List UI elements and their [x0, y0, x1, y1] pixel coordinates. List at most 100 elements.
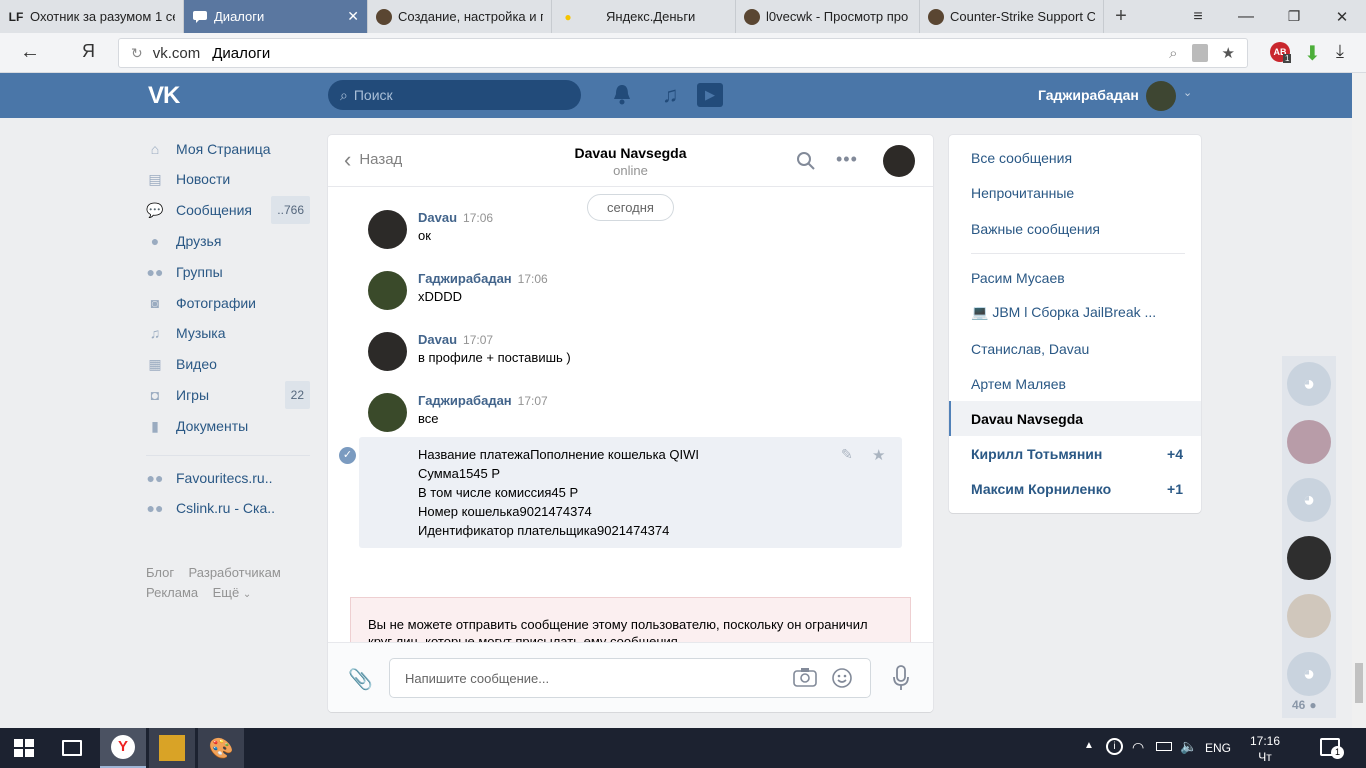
page-scrollbar[interactable] [1352, 73, 1366, 728]
avatar[interactable] [368, 393, 407, 432]
music-play-icon[interactable]: ▶ [697, 83, 723, 107]
nav-item-my-page[interactable]: ⌂ Моя Страница [146, 135, 316, 163]
friend-avatar[interactable] [1287, 594, 1331, 638]
message-row[interactable]: Davau 17:06 ок [368, 210, 888, 260]
dialog-link[interactable]: 💻 JBM l Сборка JailBreak ... [949, 295, 1201, 330]
footer-link-more[interactable]: Ещё [213, 585, 240, 600]
friends-count[interactable]: 46 ● [1292, 698, 1317, 712]
windows-start-icon[interactable] [14, 739, 34, 757]
nav-group-link[interactable]: ●● Cslink.ru - Ска.. [146, 494, 316, 522]
nav-group-link[interactable]: ●● Favouritecs.ru.. [146, 464, 316, 492]
important-star-icon[interactable]: ★ [872, 446, 885, 464]
dialog-link[interactable]: Артем Маляев [949, 366, 1201, 401]
selected-message[interactable]: ✓ ✎ ★ Название платежаПополнение кошельк… [339, 437, 902, 548]
tray-info-icon[interactable]: i [1106, 738, 1123, 755]
camera-icon[interactable] [793, 667, 817, 687]
tray-battery-icon[interactable] [1156, 742, 1172, 751]
avatar[interactable] [368, 210, 407, 249]
microphone-icon[interactable] [892, 665, 910, 691]
nav-item-messages[interactable]: 💬 Сообщения ..766 [146, 196, 310, 224]
attach-clip-icon[interactable]: 📎 [348, 667, 373, 692]
friend-avatar-placeholder-icon[interactable]: ◕ [1287, 652, 1331, 696]
back-arrow-icon[interactable]: ← [20, 41, 40, 64]
tray-volume-icon[interactable]: 🔈 [1180, 738, 1197, 755]
message-author[interactable]: Davau [418, 332, 457, 347]
taskbar-counter-strike[interactable] [149, 728, 195, 768]
tray-language[interactable]: ENG [1205, 741, 1231, 755]
taskbar-paint[interactable]: 🎨 [198, 728, 244, 768]
reload-icon[interactable]: ↻ [131, 45, 143, 62]
nav-item-news[interactable]: ▤ Новости [146, 165, 316, 193]
filter-all-messages[interactable]: Все сообщения [949, 140, 1201, 175]
chat-search-icon[interactable] [796, 151, 816, 171]
notifications-bell-icon[interactable] [612, 83, 632, 105]
nav-item-friends[interactable]: ● Друзья [146, 227, 316, 255]
browser-tab[interactable]: LF Охотник за разумом 1 се [0, 0, 184, 33]
user-avatar[interactable] [1146, 81, 1176, 111]
vk-logo[interactable]: VK [148, 82, 180, 110]
message-author[interactable]: Гаджирабадан [418, 393, 512, 408]
tray-chevron-up-icon[interactable]: ▲ [1084, 740, 1094, 751]
bookmark-star-icon[interactable]: ★ [1222, 44, 1235, 62]
filter-important[interactable]: Важные сообщения [949, 211, 1201, 246]
lock-icon[interactable] [1191, 44, 1208, 62]
friend-avatar[interactable] [1287, 536, 1331, 580]
friend-avatar-placeholder-icon[interactable]: ◕ [1287, 362, 1331, 406]
dialog-link[interactable]: Расим Мусаев [949, 260, 1201, 295]
nav-item-groups[interactable]: ●● Группы [146, 258, 316, 286]
nav-item-documents[interactable]: ▮ Документы [146, 412, 316, 440]
browser-tab[interactable]: l0vecwk - Просмотр про [736, 0, 920, 33]
message-row[interactable]: Гаджирабадан 17:06 xDDDD [368, 271, 888, 321]
chevron-down-icon[interactable]: ⌄ [243, 589, 251, 600]
nav-item-games[interactable]: ◘ Игры 22 [146, 381, 310, 409]
browser-menu-icon[interactable]: ≡ [1174, 0, 1222, 33]
tray-wifi-icon[interactable]: ◠ [1132, 739, 1144, 756]
friend-avatar-placeholder-icon[interactable]: ◕ [1287, 478, 1331, 522]
tab-close-icon[interactable]: ✕ [347, 8, 359, 25]
avatar[interactable] [368, 332, 407, 371]
address-field[interactable]: ↻ vk.com Диалоги ⌕ ★ [118, 38, 1248, 68]
avatar[interactable] [368, 271, 407, 310]
nav-item-photos[interactable]: ◙ Фотографии [146, 289, 316, 317]
close-window-button[interactable]: ✕ [1318, 0, 1366, 33]
new-tab-button[interactable]: + [1104, 0, 1138, 33]
music-icon[interactable]: ♫ [662, 82, 679, 108]
dialog-link[interactable]: Станислав, Davau [949, 331, 1201, 366]
footer-link-blog[interactable]: Блог [146, 565, 174, 580]
taskbar-yandex-browser[interactable]: Y [100, 728, 146, 768]
filter-unread[interactable]: Непрочитанные [949, 175, 1201, 210]
user-name[interactable]: Гаджирабадан [1038, 87, 1139, 103]
chevron-down-icon[interactable]: ⌄ [1183, 86, 1192, 99]
browser-tab[interactable]: ● Яндекс.Деньги [552, 0, 736, 33]
yandex-logo-icon[interactable]: Я [82, 41, 95, 62]
footer-link-developers[interactable]: Разработчикам [189, 565, 281, 580]
restore-button[interactable]: ❐ [1270, 0, 1318, 33]
browser-tab-active[interactable]: Диалоги ✕ [184, 0, 368, 33]
message-row[interactable]: Гаджирабадан 17:07 все [368, 393, 888, 443]
footer-link-ads[interactable]: Реклама [146, 585, 198, 600]
message-author[interactable]: Davau [418, 210, 457, 225]
more-actions-icon[interactable]: ••• [836, 149, 858, 170]
peer-avatar[interactable] [883, 145, 915, 177]
search-input[interactable]: ⌕ Поиск [328, 80, 581, 110]
savefrom-download-icon[interactable]: ⬇ [1304, 41, 1321, 66]
message-row[interactable]: Davau 17:07 в профиле + поставишь ) [368, 332, 888, 382]
task-view-icon[interactable] [62, 740, 82, 756]
browser-tab[interactable]: Counter-Strike Support C [920, 0, 1104, 33]
downloads-icon[interactable]: ⤓ [1336, 41, 1344, 62]
edit-pencil-icon[interactable]: ✎ [841, 446, 853, 463]
emoji-smile-icon[interactable] [831, 667, 853, 689]
message-author[interactable]: Гаджирабадан [418, 271, 512, 286]
dialog-link[interactable]: Кирилл Тотьмянин +4 [949, 436, 1201, 471]
minimize-button[interactable]: — [1222, 0, 1270, 33]
checkmark-selected-icon[interactable]: ✓ [339, 447, 356, 464]
tray-clock[interactable]: 17:16 Чт 18.10.18 [1240, 733, 1290, 768]
nav-item-music[interactable]: ♫ Музыка [146, 319, 316, 347]
zoom-icon[interactable]: ⌕ [1169, 45, 1177, 62]
browser-tab[interactable]: Создание, настройка и п [368, 0, 552, 33]
dialog-link[interactable]: Максим Корниленко +1 [949, 471, 1201, 506]
message-input[interactable]: Напишите сообщение... [389, 658, 871, 698]
dialog-link-active[interactable]: Davau Navsegda [949, 401, 1201, 436]
friend-avatar[interactable] [1287, 420, 1331, 464]
nav-item-video[interactable]: ▦ Видео [146, 350, 316, 378]
